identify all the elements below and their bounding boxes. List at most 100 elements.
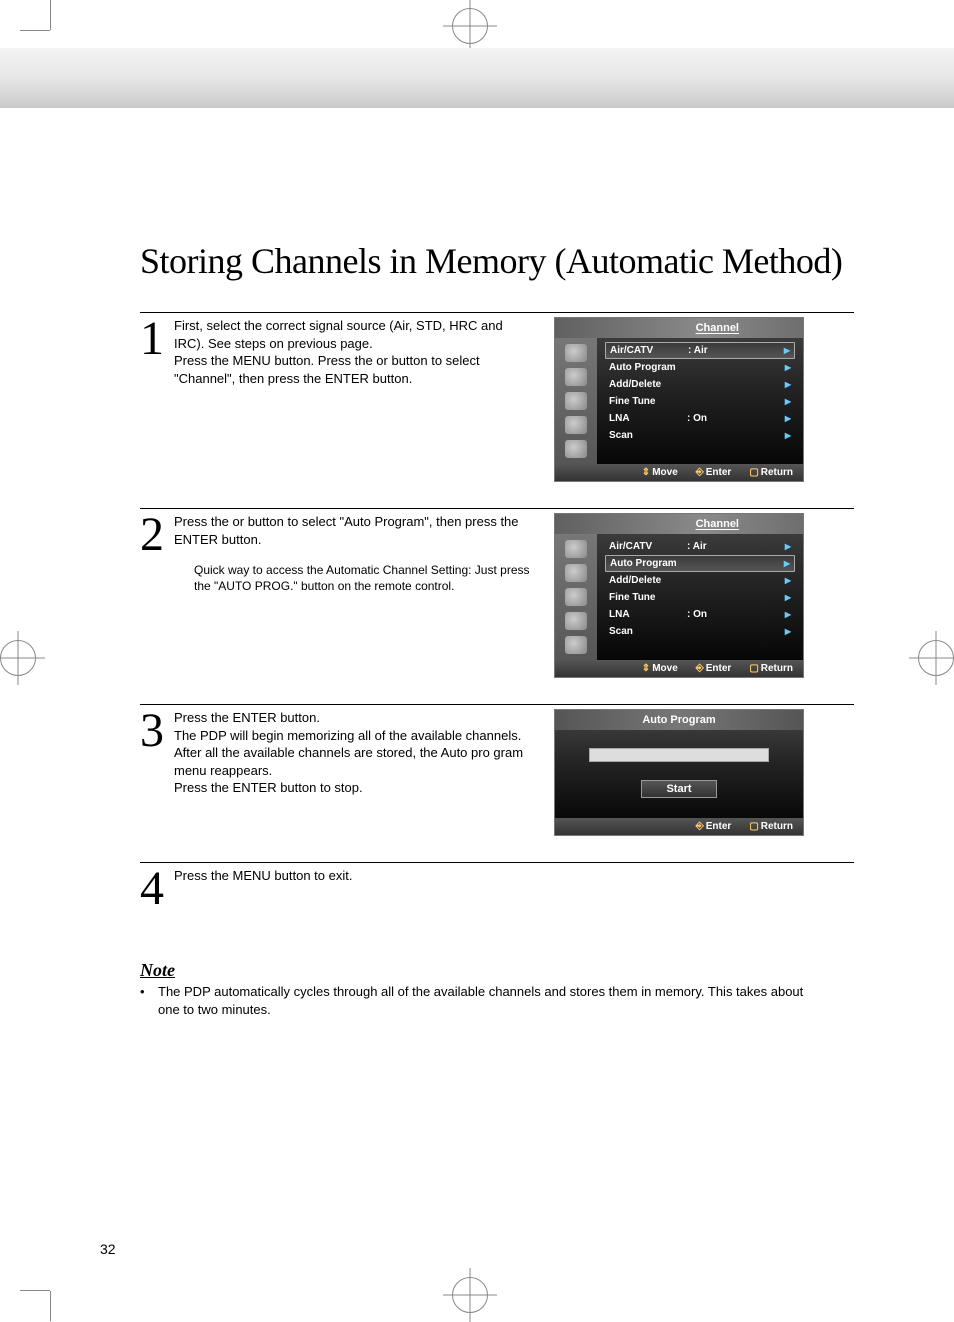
enter-icon: ⎆ <box>696 821 704 832</box>
osd-item-label: Fine Tune <box>609 592 687 603</box>
osd-item-scan[interactable]: Scan ▶ <box>605 427 795 444</box>
chevron-right-icon: ▶ <box>785 397 791 406</box>
osd-item-label: Fine Tune <box>609 396 687 407</box>
osd-icon <box>565 416 587 434</box>
osd-item-adddelete[interactable]: Add/Delete ▶ <box>605 572 795 589</box>
header-band <box>0 48 954 108</box>
osd-channel-menu: Channel Air/CATV : Air ▶ <box>554 317 804 482</box>
chevron-right-icon: ▶ <box>785 380 791 389</box>
osd-title: Auto Program <box>555 710 803 730</box>
step-4-row: 4 Press the MENU button to exit. <box>140 862 854 910</box>
osd-item-finetune[interactable]: Fine Tune ▶ <box>605 393 795 410</box>
page-number: 32 <box>100 1241 116 1257</box>
chevron-right-icon: ▶ <box>785 627 791 636</box>
step-1-row: 1 First, select the correct signal sourc… <box>140 312 854 482</box>
chevron-right-icon: ▶ <box>784 559 790 568</box>
chevron-right-icon: ▶ <box>784 346 790 355</box>
osd-item-label: Auto Program <box>610 558 688 569</box>
chevron-right-icon: ▶ <box>785 576 791 585</box>
osd-item-label: Scan <box>609 430 687 441</box>
osd-icon <box>565 392 587 410</box>
step-number: 3 <box>140 709 174 836</box>
osd-footer: ⇕Move ⎆Enter ▢Return <box>555 464 803 481</box>
osd-footer-enter: Enter <box>706 821 732 832</box>
osd-icon <box>565 636 587 654</box>
step-number: 1 <box>140 317 174 482</box>
osd-auto-program: Auto Program Start ⎆Enter ▢Return <box>554 709 804 836</box>
osd-item-value: : On <box>687 609 737 620</box>
osd-footer: ⎆Enter ▢Return <box>555 818 803 835</box>
start-button[interactable]: Start <box>641 780 716 798</box>
osd-footer-return: Return <box>761 467 793 478</box>
osd-item-scan[interactable]: Scan ▶ <box>605 623 795 640</box>
osd-item-autoprogram[interactable]: Auto Program ▶ <box>605 555 795 572</box>
osd-item-label: Add/Delete <box>609 575 687 586</box>
osd-footer-return: Return <box>761 663 793 674</box>
osd-item-adddelete[interactable]: Add/Delete ▶ <box>605 376 795 393</box>
osd-icon <box>565 540 587 558</box>
osd-item-label: Air/CATV <box>609 541 687 552</box>
step-number: 4 <box>140 867 174 910</box>
osd-item-aircatv[interactable]: Air/CATV : Air ▶ <box>605 342 795 359</box>
osd-item-label: Air/CATV <box>610 345 688 356</box>
updown-icon: ⇕ <box>642 663 650 674</box>
osd-item-lna[interactable]: LNA : On ▶ <box>605 410 795 427</box>
return-icon: ▢ <box>749 663 758 674</box>
step-text: First, select the correct signal source … <box>174 317 530 482</box>
osd-icon <box>565 564 587 582</box>
osd-footer-return: Return <box>761 821 793 832</box>
osd-title: Channel <box>696 322 739 334</box>
osd-icon <box>565 368 587 386</box>
return-icon: ▢ <box>749 821 758 832</box>
step-number: 2 <box>140 513 174 678</box>
osd-footer: ⇕Move ⎆Enter ▢Return <box>555 660 803 677</box>
osd-item-finetune[interactable]: Fine Tune ▶ <box>605 589 795 606</box>
osd-item-aircatv[interactable]: Air/CATV : Air ▶ <box>605 538 795 555</box>
step-3-row: 3 Press the ENTER button. The PDP will b… <box>140 704 854 836</box>
osd-item-label: Add/Delete <box>609 379 687 390</box>
enter-icon: ⎆ <box>696 467 704 478</box>
osd-item-value: : Air <box>687 541 737 552</box>
note-text: The PDP automatically cycles through all… <box>158 983 820 1019</box>
osd-sidebar-icons <box>555 534 597 660</box>
chevron-right-icon: ▶ <box>785 542 791 551</box>
osd-item-label: Auto Program <box>609 362 687 373</box>
osd-footer-move: Move <box>652 467 678 478</box>
chevron-right-icon: ▶ <box>785 431 791 440</box>
chevron-right-icon: ▶ <box>785 610 791 619</box>
osd-item-label: LNA <box>609 609 687 620</box>
chevron-right-icon: ▶ <box>785 593 791 602</box>
osd-title: Channel <box>696 518 739 530</box>
enter-icon: ⎆ <box>696 663 704 674</box>
chevron-right-icon: ▶ <box>785 414 791 423</box>
return-icon: ▢ <box>749 467 758 478</box>
osd-channel-menu: Channel Air/CATV : Air ▶ <box>554 513 804 678</box>
note-block: Note • The PDP automatically cycles thro… <box>140 960 820 1019</box>
step-tip: Quick way to access the Automatic Channe… <box>194 562 530 594</box>
osd-sidebar-icons <box>555 338 597 464</box>
updown-icon: ⇕ <box>642 467 650 478</box>
page-title: Storing Channels in Memory (Automatic Me… <box>140 240 854 282</box>
osd-footer-move: Move <box>652 663 678 674</box>
page-content: Storing Channels in Memory (Automatic Me… <box>100 200 854 1261</box>
osd-item-label: Scan <box>609 626 687 637</box>
chevron-right-icon: ▶ <box>785 363 791 372</box>
osd-item-value: : On <box>687 413 737 424</box>
osd-icon <box>565 588 587 606</box>
osd-icon <box>565 344 587 362</box>
osd-icon <box>565 440 587 458</box>
bullet-icon: • <box>140 983 158 1019</box>
osd-item-value: : Air <box>688 345 738 356</box>
osd-item-label: LNA <box>609 413 687 424</box>
osd-footer-enter: Enter <box>706 467 732 478</box>
osd-icon <box>565 612 587 630</box>
osd-item-autoprogram[interactable]: Auto Program ▶ <box>605 359 795 376</box>
osd-footer-enter: Enter <box>706 663 732 674</box>
step-2-row: 2 Press the or button to select "Auto Pr… <box>140 508 854 678</box>
note-heading: Note <box>140 960 820 981</box>
progress-bar <box>589 748 769 762</box>
osd-item-lna[interactable]: LNA : On ▶ <box>605 606 795 623</box>
step-text: Press the MENU button to exit. <box>174 867 352 910</box>
step-text: Press the ENTER button. The PDP will beg… <box>174 709 530 836</box>
step-text: Press the or button to select "Auto Prog… <box>174 513 530 548</box>
